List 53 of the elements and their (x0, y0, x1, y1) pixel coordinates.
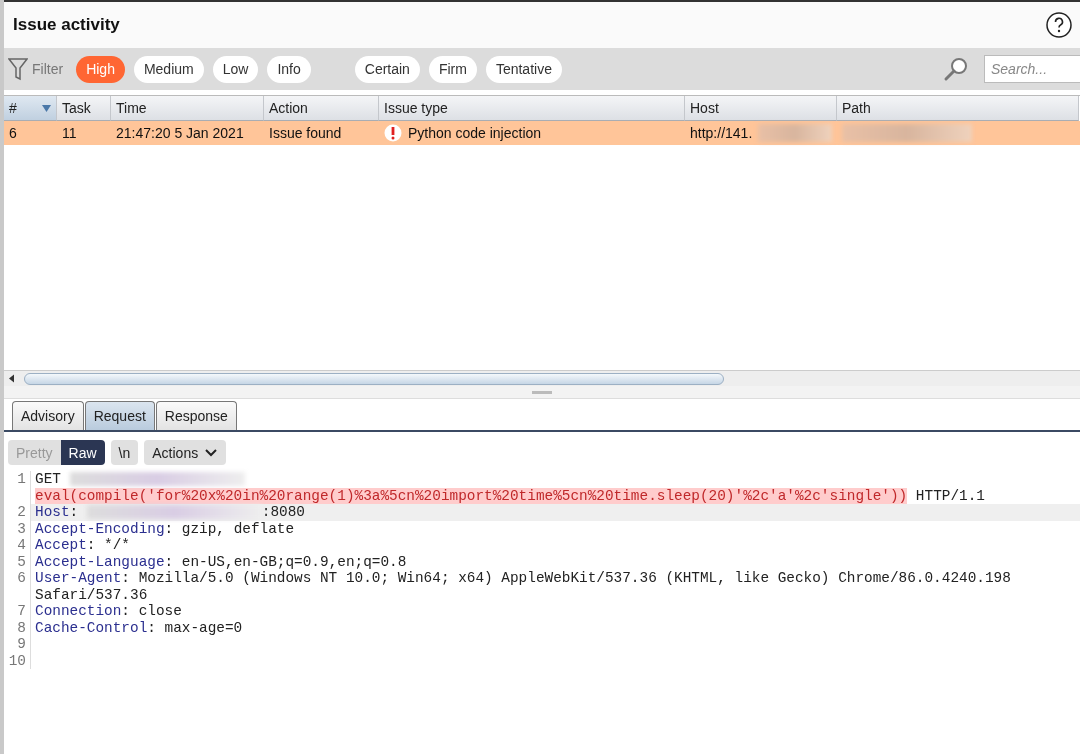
line-number: 9 (4, 636, 31, 653)
tab[interactable]: Request (84, 401, 155, 430)
line-number: 6 (4, 570, 31, 603)
search-icon[interactable] (943, 56, 969, 82)
column-header[interactable]: Issue type (379, 96, 685, 121)
line-number: 4 (4, 537, 31, 554)
actions-button[interactable]: Actions (144, 440, 227, 465)
table-cell: http://141. (690, 125, 753, 141)
column-header[interactable]: Task (57, 96, 111, 121)
severity-filter[interactable]: Low (212, 55, 259, 83)
severity-filter[interactable]: Medium (133, 55, 204, 83)
scrollbar-thumb[interactable] (24, 372, 724, 385)
chevron-down-icon (204, 447, 219, 458)
column-header[interactable]: # (4, 96, 57, 121)
line-number: 8 (4, 619, 31, 636)
column-header[interactable]: Path (837, 96, 1079, 121)
filter-icon[interactable] (8, 57, 28, 81)
table-cell: 6 (9, 125, 17, 141)
tab[interactable]: Response (155, 401, 237, 430)
table-cell: Issue found (269, 125, 342, 141)
view-mode-button[interactable]: Raw (60, 440, 105, 465)
severity-filter[interactable]: Info (267, 55, 311, 83)
splitter-handle[interactable] (532, 390, 552, 394)
confidence-filter[interactable]: Certain (354, 55, 420, 83)
filter-label: Filter (32, 61, 64, 77)
panel-title: Issue activity (13, 15, 120, 35)
column-header[interactable]: Action (264, 96, 379, 121)
code-line: Connection: close (34, 603, 183, 620)
sort-arrow-icon (42, 104, 51, 112)
newline-toggle[interactable]: \n (110, 440, 139, 465)
line-number: 5 (4, 553, 31, 570)
table-cell: Python code injection (408, 125, 542, 141)
line-number: 7 (4, 603, 31, 620)
table-cell: 11 (62, 125, 77, 141)
table-cell: 21:47:20 5 Jan 2021 (116, 125, 244, 141)
warning-icon (384, 124, 402, 142)
line-number: 10 (4, 652, 31, 669)
line-number: 3 (4, 520, 31, 537)
code-line: Accept-Language: en-US,en-GB;q=0.9,en;q=0.8 (34, 553, 408, 570)
help-icon[interactable] (1046, 12, 1072, 38)
code-line: Accept: */* (34, 537, 131, 554)
column-header[interactable]: Host (685, 96, 837, 121)
code-line: User-Agent: Mozilla/5.0 (Windows NT 10.0; Win64; x64) AppleWebKit/537.36 (KHTML, like Gecko) Chrome/86.0.4240.198 Safari/537.36 (34, 570, 1012, 603)
code-line: Accept-Encoding: gzip, deflate (34, 520, 296, 537)
tab[interactable]: Advisory (12, 401, 84, 430)
table-row[interactable]: 6 11 21:47:20 5 Jan 2021 Issue found Python code injection http://141. (4, 121, 1080, 145)
column-header[interactable]: Time (111, 96, 264, 121)
line-number: 1 (4, 471, 31, 504)
confidence-filter[interactable]: Tentative (485, 55, 562, 83)
code-line: Cache-Control: max-age=0 (34, 619, 244, 636)
confidence-filter[interactable]: Firm (428, 55, 477, 83)
search-field[interactable]: Search... (984, 55, 1080, 83)
code-line: GET eval(compile('for%20x%20in%20range(1)%3a%5cn%20import%20time%5cn%20time.sleep(20)'%2c'a'%2c'single')) HTTP/1.1 (34, 471, 986, 504)
